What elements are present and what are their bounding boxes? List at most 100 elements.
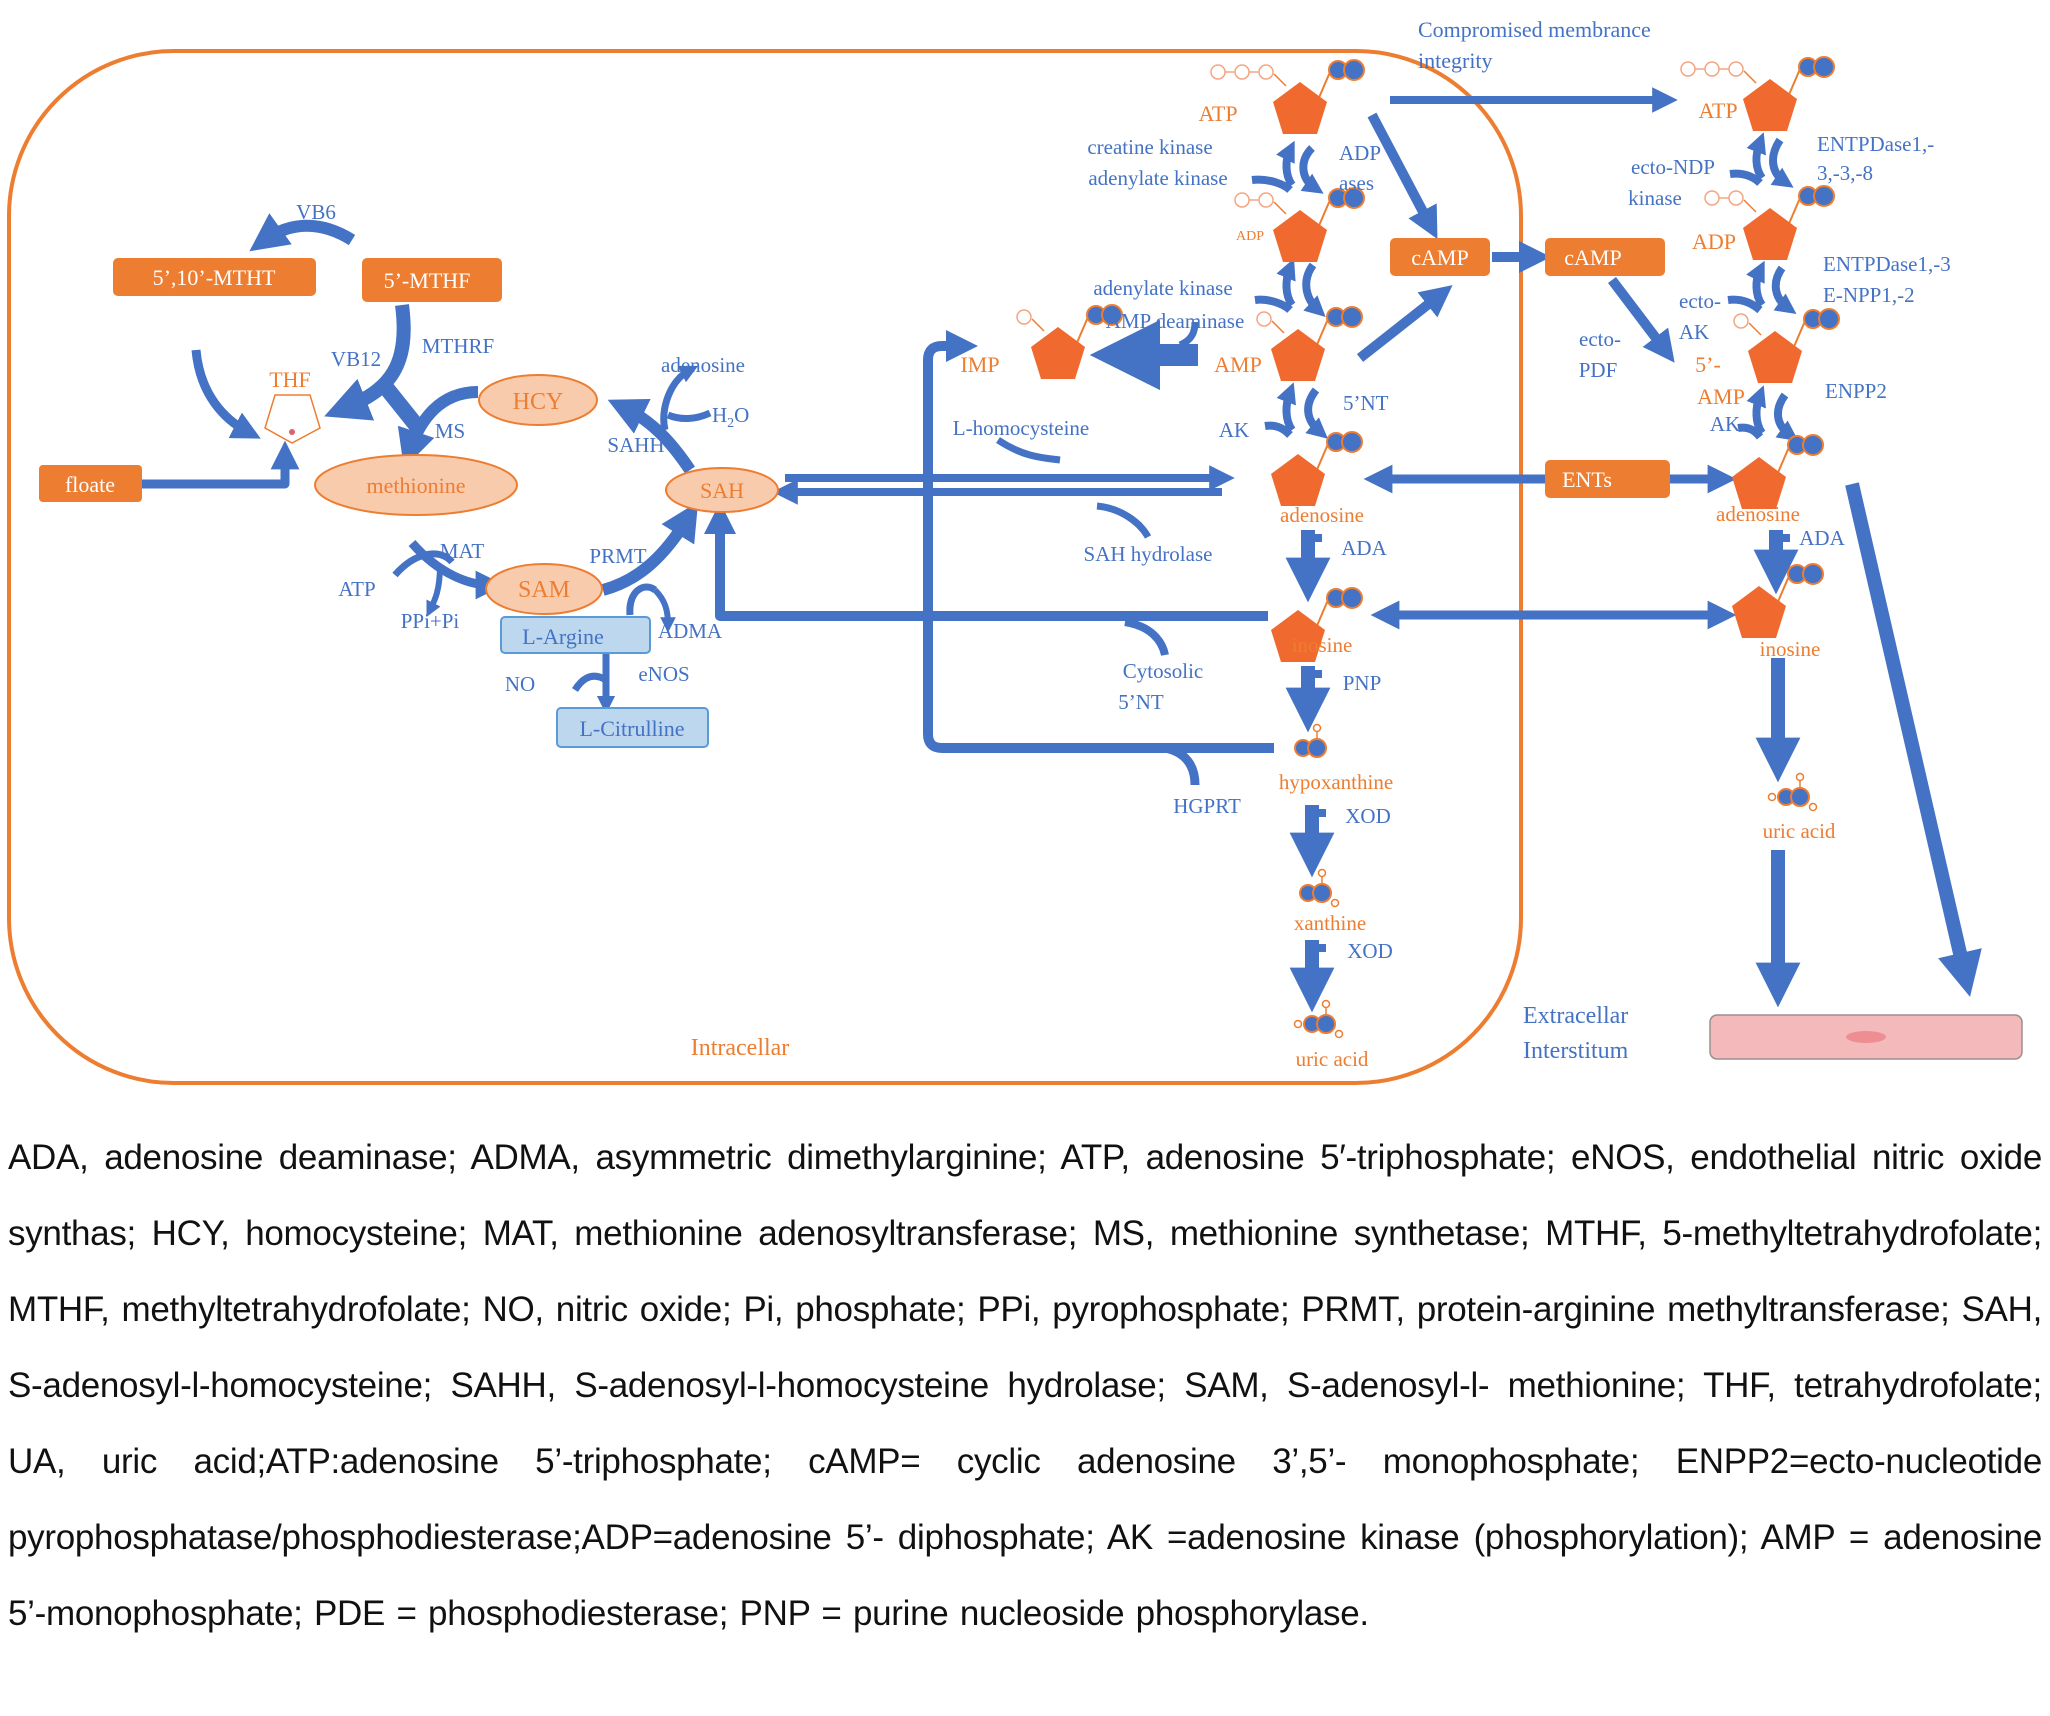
label-pnp: PNP [1343, 671, 1382, 695]
glycosidic-bond [1317, 71, 1331, 101]
label-uric-acid-out: uric acid [1763, 819, 1836, 843]
glycosidic-bond [1315, 599, 1329, 629]
label-ecto-ak-1: ecto- [1679, 289, 1721, 313]
label-amp-out-1: 5’- [1695, 352, 1721, 377]
label-entpdase-b2: E-NPP1,-2 [1823, 283, 1915, 307]
uric-acid-intracellular-molecule [1293, 999, 1344, 1039]
label-adenosine-out: adenosine [1716, 502, 1800, 526]
purine-base-icon [1803, 308, 1840, 330]
ribose-pentagon-icon [1743, 79, 1797, 131]
ribose-pentagon-icon [1273, 82, 1327, 134]
glycosidic-bond [1787, 197, 1801, 227]
enzyme-labels: VB6 VB12 MTHRF MS MAT ATP PPi+Pi PRMT AD… [296, 132, 1951, 963]
label-no: NO [505, 672, 535, 696]
oxygen-icon [1334, 1029, 1344, 1039]
ellipse-hcy: HCY [478, 374, 598, 426]
phosphate-icon [1728, 190, 1744, 206]
endothelial-cell [1709, 1014, 2023, 1060]
phosphate-bond [1743, 199, 1757, 213]
phosphate-bond [1743, 70, 1757, 84]
svg-text:ENTs: ENTs [1562, 467, 1612, 492]
oxygen-icon [1330, 898, 1340, 908]
ecto-amp-to-adp-arrow [1746, 260, 1766, 308]
phosphate-bond [1271, 320, 1285, 334]
ribose-pentagon-icon [1031, 327, 1085, 379]
label-vb6: VB6 [296, 200, 336, 224]
ellipse-sah: SAH [665, 467, 779, 513]
label-xanthine: xanthine [1294, 911, 1366, 935]
adenosine-extracellular-molecule [1732, 434, 1824, 509]
purine-base-icon [1326, 306, 1363, 328]
cytosolic-5nt-branch [1124, 618, 1169, 657]
phosphate-icon [1234, 192, 1250, 208]
label-hgprt: HGPRT [1173, 794, 1241, 818]
glycosidic-bond [1315, 318, 1329, 348]
oxygen-icon [1808, 802, 1818, 812]
phosphate-icon [1256, 311, 1272, 327]
phosphate-icon [1680, 61, 1696, 77]
label-membrane-2: integrity [1418, 48, 1493, 73]
oxygen-icon [1321, 999, 1331, 1009]
ring-icon [1790, 787, 1810, 807]
label-amp-deaminase: AMP deaminase [1106, 309, 1245, 333]
purine-metabolism-diagram: 5’,10’-MTHT 5’-MTHF floate cAMP cAMP ENT… [7, 17, 2023, 1085]
ellipse-sam: SAM [485, 563, 603, 615]
box-mthf: 5’-MTHF [362, 258, 502, 302]
label-h2o: H2O [712, 403, 749, 431]
svg-text:5’-MTHF: 5’-MTHF [384, 268, 471, 293]
abbreviations-legend: ADA, adenosine deaminase; ADMA, asymmetr… [8, 1138, 2042, 1633]
purine-base-icon [1787, 434, 1824, 456]
creatine-kinase-input [1251, 175, 1293, 194]
svg-text:SAM: SAM [518, 577, 570, 603]
ecto-atp-to-adp-arrow [1769, 137, 1794, 188]
ak-input [1264, 421, 1293, 438]
label-creatine-kinase: creatine kinase [1087, 135, 1212, 159]
label-sahh: SAHH [607, 433, 664, 457]
phosphate-icon [1704, 61, 1720, 77]
label-thf: THF [269, 367, 311, 392]
amp-to-adenosine-arrow [1304, 387, 1328, 439]
phosphate-icon [1258, 64, 1274, 80]
label-ppi-pi: PPi+Pi [401, 609, 460, 633]
vb6-arrow [249, 213, 356, 252]
glycosidic-bond [1776, 575, 1790, 605]
label-l-homocysteine: L-homocysteine [953, 416, 1089, 440]
svg-text:methionine: methionine [367, 473, 466, 498]
ecto-ak-input [1727, 295, 1763, 314]
adenosine-intracellular-molecule [1271, 431, 1363, 506]
inosine-to-sah-arrow [703, 501, 1268, 621]
label-adp-ases-2: ases [1339, 171, 1374, 195]
label-hypoxanthine: hypoxanthine [1279, 770, 1393, 794]
adenosine-to-cell-arrow [1845, 482, 1982, 997]
glycosidic-bond [1792, 320, 1806, 350]
oxygen-icon [1293, 1019, 1303, 1029]
sah-hydrolase-branch [1096, 502, 1152, 539]
ribose-pentagon-icon [1273, 210, 1327, 262]
phosphate-bond [1748, 322, 1762, 336]
box-camp-extracellular: cAMP [1545, 238, 1665, 276]
label-ecto-ndp-2: kinase [1628, 186, 1682, 210]
label-ak-out: AK [1710, 412, 1740, 436]
box-l-argine: L-Argine [500, 616, 651, 654]
label-membrane-1: Compromised membrance [1418, 17, 1651, 42]
adenylate-kinase-input [1254, 295, 1293, 314]
oxygen-icon [1795, 772, 1805, 782]
phosphate-bond [1031, 318, 1045, 332]
adp-to-atp-arrow [1276, 140, 1296, 188]
svg-text:cAMP: cAMP [1564, 245, 1621, 270]
box-floate: floate [39, 465, 142, 502]
ring-icon [1312, 883, 1332, 903]
amp-extracellular-molecule [1733, 308, 1840, 383]
label-entpdase-a2: 3,-3,-8 [1817, 161, 1873, 185]
adp-intracellular-molecule [1234, 187, 1365, 262]
svg-text:HCY: HCY [513, 389, 564, 415]
label-entpdase-a1: ENTPDase1,- [1817, 132, 1934, 156]
floate-to-thf-arrow [142, 440, 300, 489]
label-atp-cofactor: ATP [338, 577, 375, 601]
label-inosine-in: inosine [1292, 633, 1353, 657]
phosphate-icon [1016, 309, 1032, 325]
label-xod-2: XOD [1347, 939, 1393, 963]
box-mtht: 5’,10’-MTHT [113, 258, 316, 296]
label-ecto-pdf-1: ecto- [1579, 327, 1621, 351]
label-mthrf: MTHRF [422, 334, 494, 358]
